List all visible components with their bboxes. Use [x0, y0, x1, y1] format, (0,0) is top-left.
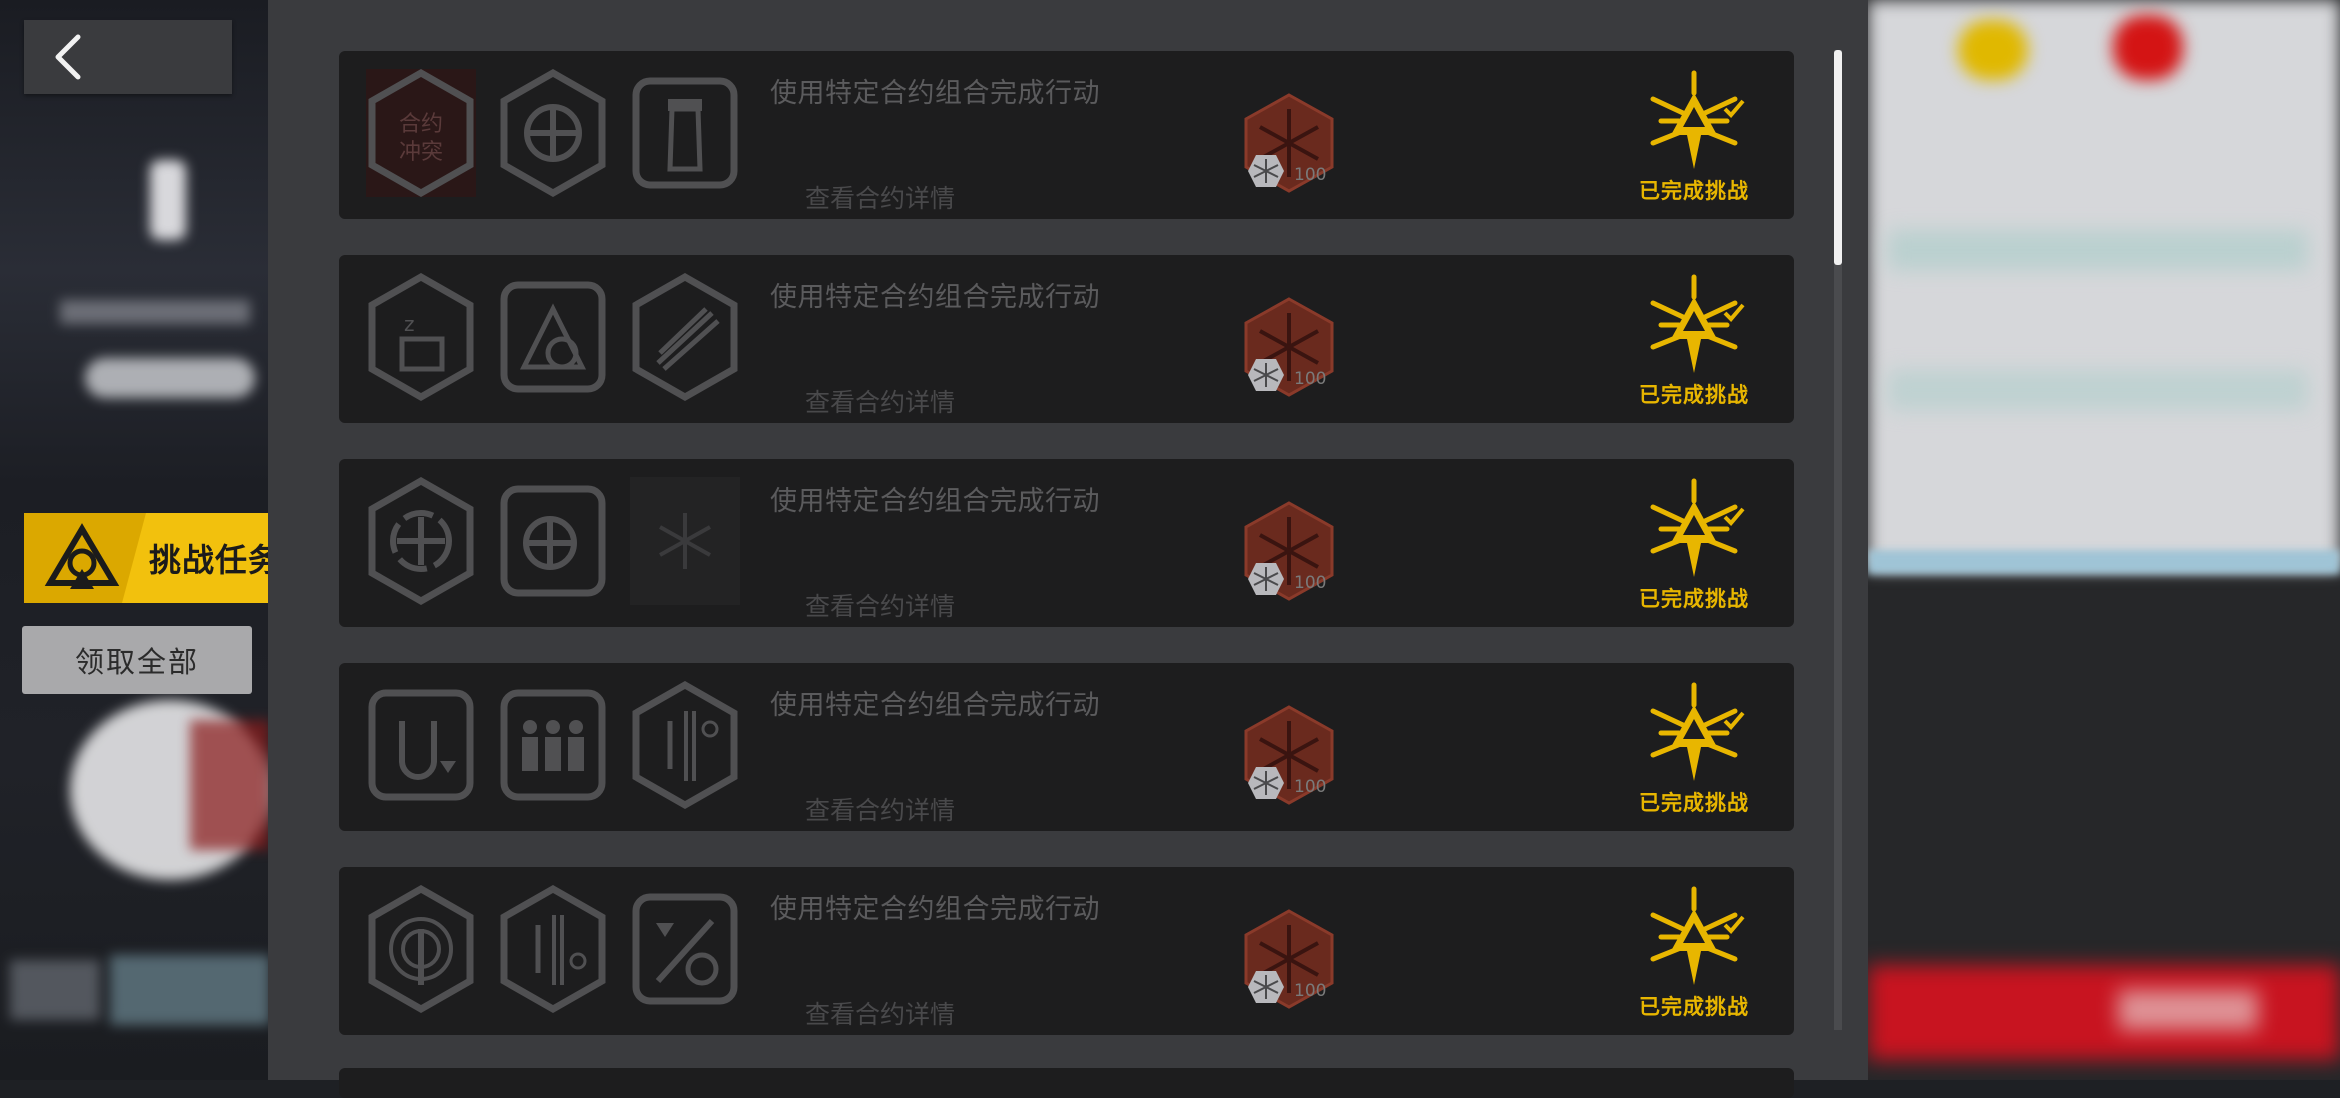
task-description: 使用特定合约组合完成行动: [770, 690, 1100, 721]
task-card: 使用特定合约组合完成行动 查看合约详情 100 已完成挑战: [339, 867, 1794, 1035]
task-status: 已完成挑战: [1639, 179, 1749, 203]
challenge-complete-badge-icon: [1639, 477, 1749, 587]
contract-conflict-icon: 合约 冲突: [366, 69, 476, 197]
contract-icon-text-2: 冲突: [399, 140, 443, 165]
task-card: 使用特定合约组合完成行动 查看合约详情 100 已完成挑战: [339, 663, 1794, 831]
contract-icon-text-1: 合约: [399, 112, 443, 137]
task-description: 使用特定合约组合完成行动: [770, 486, 1100, 517]
challenge-tab-label: 挑战任务: [149, 541, 282, 579]
chevron-left-icon: [55, 34, 81, 80]
challenge-complete-badge-icon: [1639, 273, 1749, 383]
claim-all-button[interactable]: 领取全部: [22, 626, 252, 694]
target-square-contract-icon: [498, 477, 608, 605]
task-card: 使用特定合约组合完成行动 查看合约详情 100 已完成挑战: [339, 459, 1794, 627]
squad-contract-icon: [498, 681, 608, 809]
reward-icon: [1234, 701, 1344, 811]
challenge-emblem-icon: [44, 523, 120, 589]
right-background: [1868, 0, 2340, 1080]
task-card-partial: [339, 1068, 1794, 1098]
crosshair-contract-icon: [366, 477, 476, 605]
task-description: 使用特定合约组合完成行动: [770, 282, 1100, 313]
reward-count: 100: [1294, 981, 1327, 1001]
crosshair-contract-icon: [498, 69, 608, 197]
contract-icons: [366, 885, 740, 1015]
blade-contract-icon: [630, 273, 740, 401]
snowflake-contract-icon: [630, 477, 740, 605]
view-contract-details-link[interactable]: 查看合约详情: [805, 587, 955, 623]
reward-count: 100: [1294, 573, 1327, 593]
reward-count: 100: [1294, 777, 1327, 797]
view-contract-details-link[interactable]: 查看合约详情: [805, 179, 955, 215]
view-contract-details-link[interactable]: 查看合约详情: [805, 791, 955, 827]
tower-contract-icon: [630, 69, 740, 197]
slash-timer-contract-icon: [630, 885, 740, 1013]
reward-count: 100: [1294, 165, 1327, 185]
triangle-c-contract-icon: [498, 273, 608, 401]
reward-icon: [1234, 293, 1344, 403]
view-contract-details-link[interactable]: 查看合约详情: [805, 995, 955, 1031]
sleep-contract-icon: z: [366, 273, 476, 401]
challenge-complete-badge-icon: [1639, 69, 1749, 179]
task-status: 已完成挑战: [1639, 995, 1749, 1019]
task-description: 使用特定合约组合完成行动: [770, 894, 1100, 925]
u-turn-contract-icon: [366, 681, 476, 809]
radar-contract-icon: [366, 885, 476, 1013]
task-card: z 使用特定合约组合完成行动 查看合约详情 100 已完成挑战: [339, 255, 1794, 423]
contract-icons: [366, 477, 740, 607]
task-status: 已完成挑战: [1639, 587, 1749, 611]
scrollbar-thumb[interactable]: [1834, 50, 1842, 265]
reward-count: 100: [1294, 369, 1327, 389]
challenge-complete-badge-icon: [1639, 885, 1749, 995]
contract-icons: [366, 681, 740, 811]
task-status: 已完成挑战: [1639, 791, 1749, 815]
contract-icons: z: [366, 273, 740, 403]
challenge-complete-badge-icon: [1639, 681, 1749, 791]
task-description: 使用特定合约组合完成行动: [770, 78, 1100, 109]
task-card: 合约 冲突 使用特定合约组合完成行动 查看合约详情 100 已完成挑战: [339, 51, 1794, 219]
contract-icons: 合约 冲突: [366, 69, 740, 199]
no-entry-contract-icon: [498, 885, 608, 1013]
reward-icon: [1234, 905, 1344, 1015]
reward-icon: [1234, 89, 1344, 199]
reward-icon: [1234, 497, 1344, 607]
back-button[interactable]: [24, 20, 232, 94]
task-status: 已完成挑战: [1639, 383, 1749, 407]
view-contract-details-link[interactable]: 查看合约详情: [805, 383, 955, 419]
svg-text:z: z: [404, 312, 415, 336]
no-entry-contract-icon: [630, 681, 740, 809]
